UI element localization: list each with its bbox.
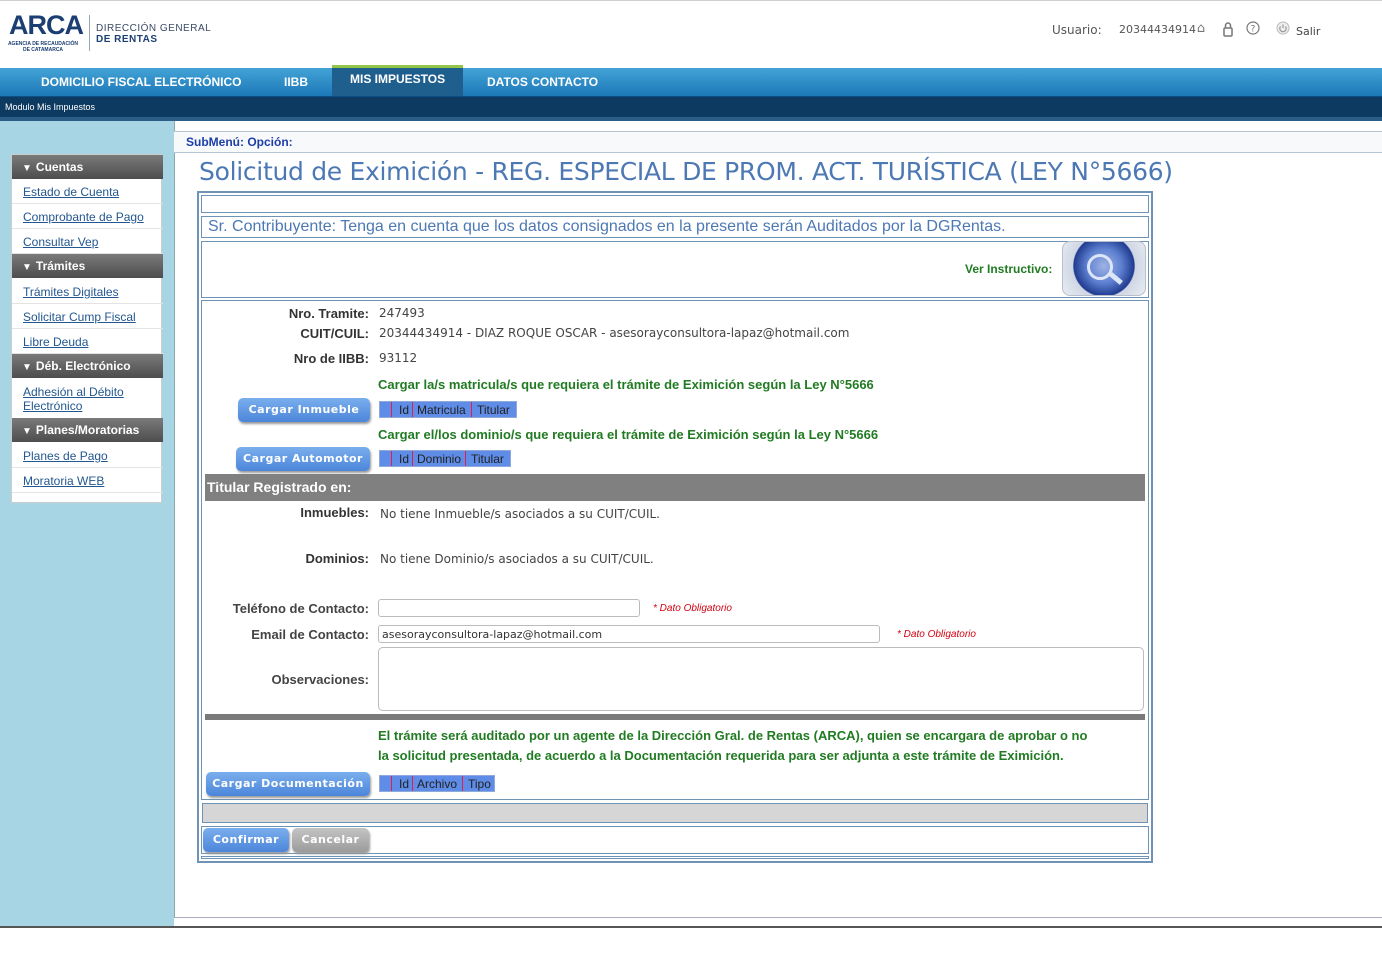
- submenu-bar: [174, 131, 1382, 153]
- user-label: Usuario:: [1052, 23, 1102, 37]
- header: ARCA AGENCIA DE RECAUDACIÓN DE CATAMARCA…: [0, 0, 1382, 68]
- iibb-value: 93112: [379, 351, 418, 365]
- cargar-inmueble-button[interactable]: Cargar Inmueble: [238, 398, 370, 422]
- tab-domicilio-fiscal[interactable]: DOMICILIO FISCAL ELECTRÓNICO: [41, 68, 241, 97]
- logo-subtitle: AGENCIA DE RECAUDACIÓN DE CATAMARCA: [7, 41, 79, 53]
- sidebar-item-solicitar-cump-fiscal[interactable]: Solicitar Cump Fiscal: [12, 304, 163, 329]
- sidebar-item-comprobante-de-pago[interactable]: Comprobante de Pago: [12, 204, 163, 229]
- org-line2: DE RENTAS: [96, 34, 158, 45]
- confirmar-button[interactable]: Confirmar: [203, 828, 289, 852]
- automotor-hint: Cargar el/los dominio/s que requiera el …: [378, 427, 879, 442]
- ver-instructivo-label: Ver Instructivo:: [965, 262, 1053, 276]
- gray-separator-row: [202, 803, 1148, 823]
- nro-tramite-value: 247493: [379, 306, 425, 320]
- sidebar-item-libre-deuda[interactable]: Libre Deuda: [12, 329, 163, 354]
- inmueble-hint: Cargar la/s matricula/s que requiera el …: [378, 377, 874, 392]
- sidebar-section-cuentas[interactable]: ▼ Cuentas: [12, 155, 163, 179]
- section-title: Déb. Electrónico: [35, 359, 131, 373]
- form-body: [201, 300, 1149, 800]
- titular-section-header: Titular Registrado en:: [205, 474, 1145, 501]
- magnifier-icon[interactable]: [1062, 241, 1146, 296]
- page-title: Solicitud de Eximición - REG. ESPECIAL D…: [199, 157, 1173, 186]
- audit-notice-line2: la solicitud presentada, de acuerdo a la…: [378, 748, 1064, 763]
- org-line1: DIRECCIÓN GENERAL: [96, 23, 212, 34]
- cargar-automotor-button[interactable]: Cargar Automotor: [236, 447, 370, 471]
- logo-text: ARCA: [9, 10, 84, 40]
- sidebar-item-adhesion-debito[interactable]: Adhesión al Débito Electrónico: [12, 379, 132, 418]
- submenu-label: SubMenú: Opción:: [186, 135, 293, 149]
- user-value: 20344434914: [1119, 23, 1196, 36]
- dominios-label: Dominios:: [305, 551, 369, 566]
- triangle-down-icon: ▼: [22, 362, 32, 373]
- tab-iibb[interactable]: IIBB: [284, 68, 308, 97]
- grid-col-titular: Titular: [471, 452, 504, 466]
- sidebar-section-deb-electronico[interactable]: ▼ Déb. Electrónico: [12, 354, 163, 378]
- email-required-note: * Dato Obligatorio: [897, 629, 976, 640]
- tab-mis-impuestos[interactable]: MIS IMPUESTOS: [332, 65, 463, 96]
- grid-col-archivo: Archivo: [417, 777, 458, 791]
- email-label: Email de Contacto:: [251, 627, 369, 642]
- inmuebles-value: No tiene Inmueble/s asociados a su CUIT/…: [380, 507, 660, 521]
- cuit-value: 20344434914 - DIAZ ROQUE OSCAR - asesora…: [379, 326, 850, 340]
- telefono-label: Teléfono de Contacto:: [232, 601, 369, 616]
- help-icon[interactable]: ?: [1245, 21, 1261, 37]
- automotor-grid-header[interactable]: Id Dominio Titular: [379, 450, 511, 467]
- home-icon[interactable]: ⌂: [1193, 21, 1209, 37]
- grid-col-id: Id: [399, 452, 410, 466]
- grid-col-dominio: Dominio: [417, 452, 462, 466]
- section-title: Trámites: [35, 259, 86, 273]
- audit-notice-line1: El trámite será auditado por un agente d…: [378, 728, 1088, 743]
- section-divider: [205, 714, 1145, 720]
- grid-col-titular: Titular: [477, 403, 510, 417]
- nro-tramite-label: Nro. Tramite:: [288, 306, 369, 321]
- grid-col-id: Id: [399, 777, 410, 791]
- sidebar-menu: ▼ Cuentas Estado de Cuenta Comprobante de…: [11, 154, 163, 503]
- inmuebles-label: Inmuebles:: [300, 505, 369, 520]
- sidebar-item-moratoria-web[interactable]: Moratoria WEB: [12, 468, 163, 493]
- observaciones-label: Observaciones:: [271, 672, 369, 687]
- inmueble-grid-header[interactable]: Id Matricula Titular: [379, 401, 517, 418]
- cuit-label: CUIT/CUIL:: [300, 326, 369, 341]
- auditoria-notice: Sr. Contribuyente: Tenga en cuenta que l…: [208, 218, 1006, 235]
- logo-divider: [89, 15, 90, 51]
- sidebar-item-planes-de-pago[interactable]: Planes de Pago: [12, 443, 163, 468]
- magnifier-handle: [1109, 272, 1123, 285]
- org-name: DIRECCIÓN GENERAL DE RENTAS: [96, 23, 211, 45]
- triangle-down-icon: ▼: [22, 163, 32, 174]
- section-title: Planes/Moratorias: [35, 423, 140, 437]
- sidebar-section-tramites[interactable]: ▼ Trámites: [12, 254, 163, 278]
- arca-logo[interactable]: ARCA AGENCIA DE RECAUDACIÓN DE CATAMARCA: [6, 10, 84, 56]
- sidebar-section-planes-moratorias[interactable]: ▼ Planes/Moratorias: [12, 418, 163, 442]
- top-empty-row: [201, 195, 1149, 213]
- cancelar-button[interactable]: Cancelar: [292, 828, 369, 852]
- sidebar-item-consultar-vep[interactable]: Consultar Vep: [12, 229, 163, 254]
- telefono-input[interactable]: [378, 599, 640, 617]
- tab-datos-contacto[interactable]: DATOS CONTACTO: [487, 68, 598, 97]
- grid-col-tipo: Tipo: [468, 777, 491, 791]
- main-nav: DOMICILIO FISCAL ELECTRÓNICO IIBB MIS IM…: [0, 65, 1382, 97]
- sidebar-item-tramites-digitales[interactable]: Trámites Digitales: [12, 279, 163, 304]
- iibb-label: Nro de IIBB:: [293, 351, 369, 366]
- module-bar: Modulo Mis Impuestos: [0, 97, 1382, 117]
- documentacion-grid-header[interactable]: Id Archivo Tipo: [379, 775, 495, 792]
- section-title: Cuentas: [35, 160, 84, 174]
- svg-text:?: ?: [1251, 25, 1256, 35]
- power-icon[interactable]: [1275, 21, 1291, 37]
- footer-divider: [0, 926, 1382, 928]
- grid-col-id: Id: [399, 403, 410, 417]
- logout-link[interactable]: Salir: [1296, 25, 1320, 38]
- sidebar-item-estado-de-cuenta[interactable]: Estado de Cuenta: [12, 179, 163, 204]
- dominios-value: No tiene Dominio/s asociados a su CUIT/C…: [380, 552, 654, 566]
- lock-icon[interactable]: [1220, 21, 1236, 37]
- cargar-documentacion-button[interactable]: Cargar Documentación: [206, 772, 370, 796]
- email-input[interactable]: [378, 625, 880, 643]
- triangle-down-icon: ▼: [22, 426, 32, 437]
- triangle-down-icon: ▼: [22, 262, 32, 273]
- observaciones-textarea[interactable]: [378, 647, 1144, 711]
- grid-col-matricula: Matricula: [417, 403, 466, 417]
- telefono-required-note: * Dato Obligatorio: [653, 603, 732, 614]
- bottom-empty-row: [201, 856, 1149, 859]
